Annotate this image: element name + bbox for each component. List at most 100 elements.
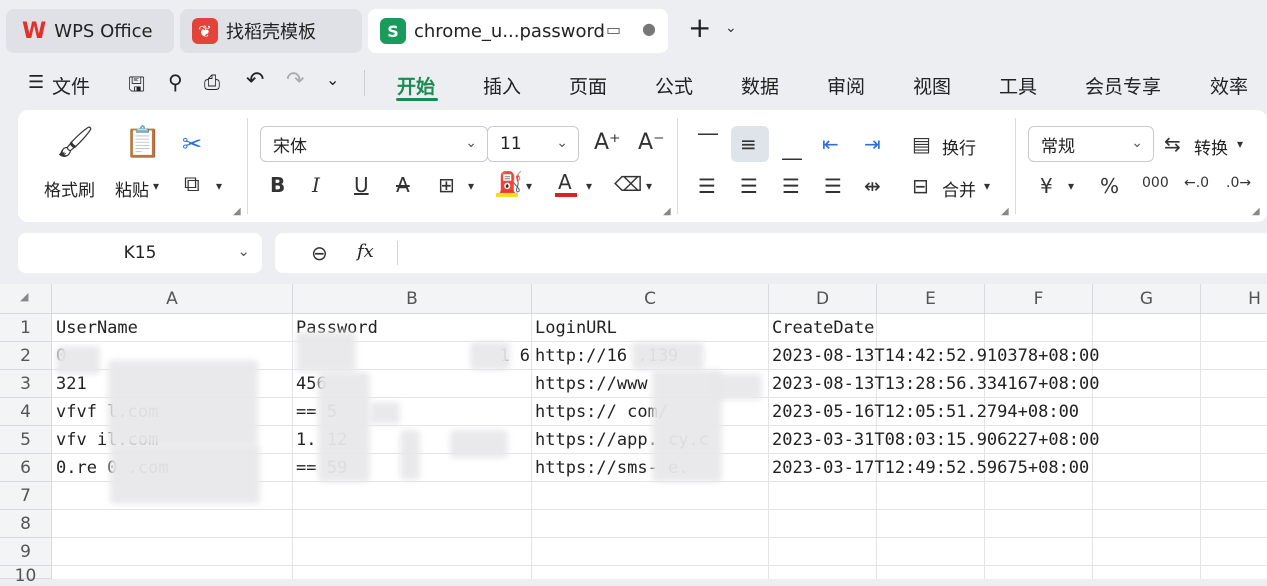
menu-tools[interactable]: 工具 [999,72,1037,99]
column-header[interactable]: H [1201,284,1267,314]
copy-icon[interactable]: ⧉ [184,174,200,196]
save-icon[interactable]: 🖫 [128,70,145,104]
percent-icon[interactable]: % [1100,176,1119,196]
alignment-dialog-launcher-icon[interactable]: ◢ [1001,206,1009,217]
font-size-select[interactable]: 11 ⌄ [487,126,579,162]
convert-button[interactable]: 转换 [1194,134,1228,159]
row-header[interactable]: 1 [0,314,52,342]
clipboard-dialog-launcher-icon[interactable]: ◢ [233,206,241,217]
row-header[interactable]: 7 [0,482,52,510]
column-header[interactable]: B [293,284,532,314]
row-header[interactable]: 8 [0,510,52,538]
row-header[interactable]: 3 [0,370,52,398]
borders-icon[interactable]: ⊞ [438,175,455,195]
wrap-text-icon[interactable]: ▤ [912,134,931,154]
menu-efficiency[interactable]: 效率 [1210,72,1248,99]
column-header[interactable]: F [985,284,1093,314]
menu-data[interactable]: 数据 [741,72,779,99]
menu-review[interactable]: 审阅 [827,72,865,99]
cell-C1[interactable]: LoginURL [535,314,768,342]
menu-page[interactable]: 页面 [569,72,607,99]
cell-D2[interactable]: 2023-08-13T14:42:52.910378+08:00 [772,342,1267,370]
currency-icon[interactable]: ¥ [1040,176,1053,196]
align-right-icon[interactable]: ☰ [782,176,800,196]
menu-formula[interactable]: 公式 [655,72,693,99]
column-header[interactable]: E [877,284,985,314]
font-color-chevron-icon[interactable]: ▾ [586,180,592,192]
tab-list-chevron-icon[interactable]: ⌄ [725,20,737,36]
currency-chevron-icon[interactable]: ▾ [1068,180,1074,192]
number-format-select[interactable]: 常规 ⌄ [1028,126,1154,162]
quick-access-chevron-icon[interactable]: ⌄ [326,70,339,89]
merge-button[interactable]: 合并 [942,176,976,201]
font-dialog-launcher-icon[interactable]: ◢ [663,206,671,217]
column-header[interactable]: A [52,284,293,314]
menu-member[interactable]: 会员专享 [1085,72,1161,99]
row-header[interactable]: 6 [0,454,52,482]
clear-format-icon[interactable]: ⌫ [614,174,642,194]
chevron-down-icon[interactable]: ⌄ [237,242,250,260]
paste-button[interactable]: 粘贴 [115,176,149,201]
align-top-icon[interactable]: ⎺ [698,132,718,152]
copy-chevron-icon[interactable]: ▾ [216,180,222,192]
cell-D4[interactable]: 2023-05-16T12:05:51.2794+08:00 [772,398,1267,426]
merge-icon[interactable]: ⊟ [912,176,929,196]
spreadsheet-grid[interactable]: ◢ A B C D E F G H 1 2 3 4 5 6 7 8 9 10 U… [0,284,1267,586]
bold-icon[interactable]: B [270,175,285,195]
column-header[interactable]: D [769,284,877,314]
align-left-icon[interactable]: ☰ [698,176,716,196]
new-tab-button[interactable]: + [688,14,711,42]
thousands-icon[interactable]: 000 [1142,176,1169,190]
column-header[interactable]: C [532,284,769,314]
paste-chevron-icon[interactable]: ▾ [153,180,159,192]
underline-icon[interactable]: U [354,175,369,195]
italic-icon[interactable]: I [312,175,320,195]
menu-home[interactable]: 开始 [397,72,435,99]
redo-icon[interactable]: ↷ [286,68,304,93]
cell-D3[interactable]: 2023-08-13T13:28:56.334167+08:00 [772,370,1267,398]
column-header[interactable]: G [1093,284,1201,314]
tab-wps-office[interactable]: W WPS Office [6,9,174,53]
cut-icon[interactable]: ✂ [182,132,202,156]
convert-chevron-icon[interactable]: ▾ [1237,138,1243,150]
align-center-icon[interactable]: ☰ [740,176,758,196]
row-header[interactable]: 5 [0,426,52,454]
menu-view[interactable]: 视图 [913,72,951,99]
cell-D5[interactable]: 2023-03-31T08:03:15.906227+08:00 [772,426,1267,454]
function-icon[interactable]: fx [357,241,374,262]
clear-chevron-icon[interactable]: ▾ [646,180,652,192]
formula-input[interactable] [409,233,1249,273]
increase-indent-icon[interactable]: ⇥ [864,134,881,154]
decrease-decimal-icon[interactable]: .0→ [1226,176,1251,190]
font-name-select[interactable]: 宋体 ⌄ [260,126,488,162]
format-painter-icon[interactable]: 🖌 [56,128,94,158]
wrap-text-button[interactable]: 换行 [942,134,976,159]
number-dialog-launcher-icon[interactable]: ◢ [1252,206,1260,217]
select-all-corner[interactable]: ◢ [0,284,52,314]
increase-font-icon[interactable]: A⁺ [594,132,621,154]
paste-icon[interactable]: 📋 [124,128,161,158]
strikethrough-icon[interactable]: A [396,175,410,195]
share-icon[interactable]: ⚲ [168,70,183,94]
row-header[interactable]: 4 [0,398,52,426]
row-header[interactable]: 2 [0,342,52,370]
cell-A1[interactable]: UserName [56,314,292,342]
merge-chevron-icon[interactable]: ▾ [984,180,990,192]
undo-icon[interactable]: ↶ [246,68,264,93]
menu-insert[interactable]: 插入 [483,72,521,99]
borders-chevron-icon[interactable]: ▾ [468,180,474,192]
convert-icon[interactable]: ⇆ [1164,134,1181,154]
menu-file[interactable]: 文件 [52,72,90,99]
fill-color-chevron-icon[interactable]: ▾ [526,180,532,192]
decrease-font-icon[interactable]: A⁻ [638,132,665,154]
format-painter-button[interactable]: 格式刷 [44,176,95,201]
name-box[interactable]: K15 ⌄ [18,233,262,273]
monitor-icon[interactable]: ▭ [606,20,621,39]
print-preview-icon[interactable]: ⎙ [204,70,220,94]
fill-color-icon[interactable]: ⛽ [498,172,523,192]
distributed-align-icon[interactable]: ⇹ [864,176,881,196]
row-header[interactable]: 9 [0,538,52,566]
justify-icon[interactable]: ☰ [824,176,842,196]
tab-docer[interactable]: ❦ 找稻壳模板 [180,9,362,53]
zoom-search-icon[interactable]: ⊖ [311,241,328,265]
